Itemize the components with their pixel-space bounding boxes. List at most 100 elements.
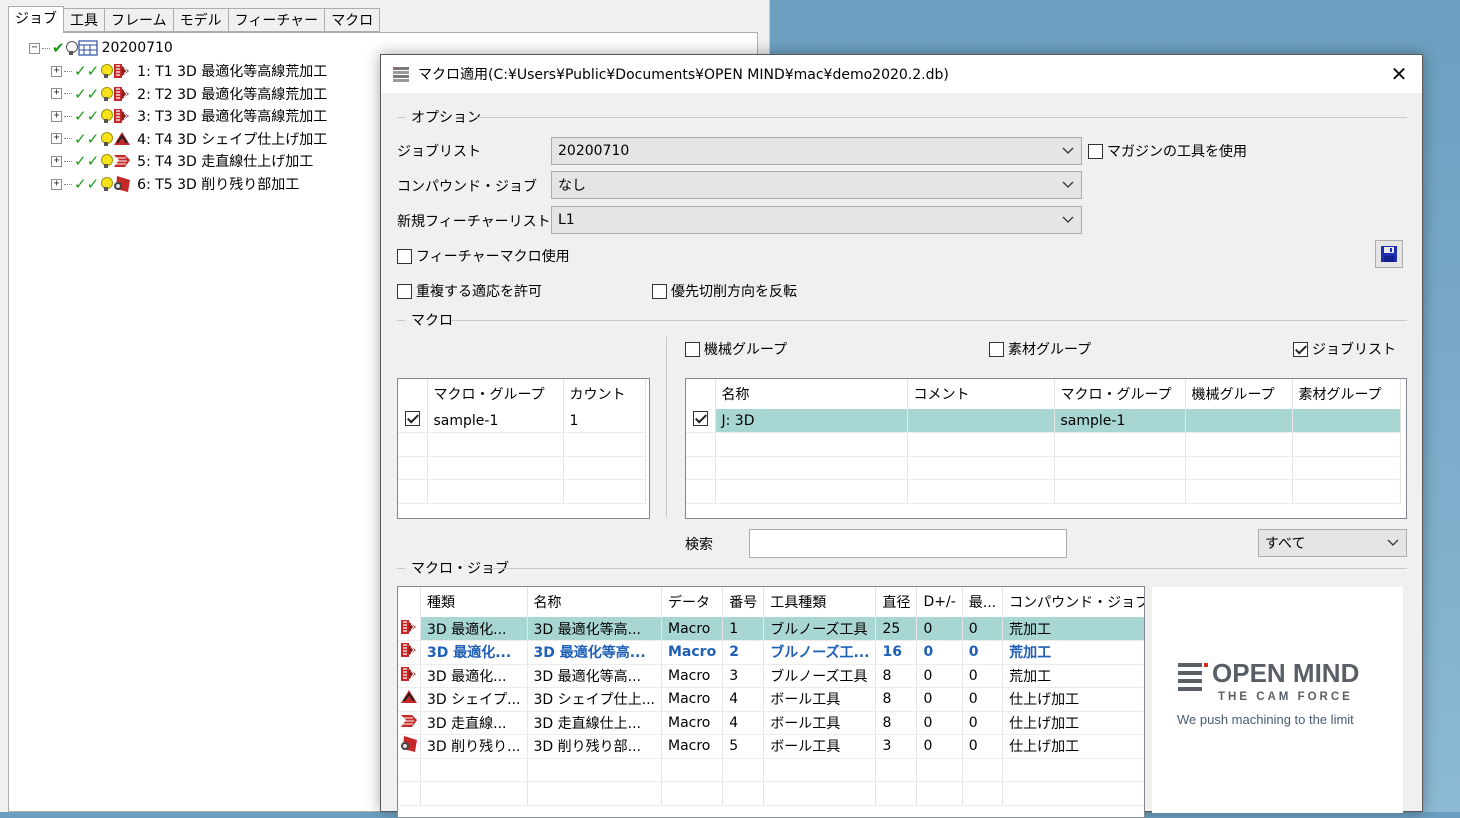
checkbox-box[interactable] <box>685 341 700 357</box>
macro-jobs-table[interactable]: 種類 名称 データ 番号 工具種類 直径 D+/- 最... コンパウンド・ジョ… <box>397 586 1145 818</box>
dplusminus-cell: 0 <box>916 711 963 735</box>
table-row[interactable]: 3D 削り残り... 3D 削り残り部... Macro 5 ボール工具 3 0 0 仕上げ加工 <box>398 734 1144 759</box>
lightbulb-icon[interactable] <box>65 41 78 55</box>
machine-group-checkbox[interactable]: 機械グループ <box>685 339 787 359</box>
tree-job-item[interactable]: + ✓ ✓ 6: T5 3D 削り残り部加工 <box>51 173 299 195</box>
lightbulb-icon[interactable] <box>101 154 114 169</box>
column-header[interactable]: 直径 <box>875 587 918 617</box>
tab-model[interactable]: モデル <box>173 8 229 32</box>
checkbox-box[interactable] <box>404 411 420 426</box>
tree-job-item[interactable]: + ✓ ✓ 4: T4 3D シェイプ仕上げ加工 <box>51 128 327 150</box>
checkbox-box[interactable] <box>692 411 708 426</box>
check-icon: ✓ <box>74 152 87 171</box>
table-row[interactable]: J: 3D sample-1 <box>686 409 1401 433</box>
type-cell: 3D シェイプ... <box>420 687 528 712</box>
column-header[interactable]: D+/- <box>916 587 963 617</box>
table-row[interactable]: sample-1 1 <box>398 409 646 433</box>
macro-groups-table[interactable]: マクロ・グループ カウント sample-1 1 <box>397 378 650 519</box>
checkbox-box[interactable] <box>989 341 1004 357</box>
number-cell: 2 <box>722 640 765 665</box>
feature-list-combo[interactable]: L1 <box>551 206 1082 234</box>
save-button[interactable] <box>1375 240 1403 268</box>
magazine-tools-checkbox[interactable]: マガジンの工具を使用 <box>1088 141 1247 161</box>
tree-job-label: 3: T3 3D 最適化等高線荒加工 <box>137 109 328 126</box>
tree-job-item[interactable]: + ✓ ✓ 1: T1 3D 最適化等高線荒加工 <box>51 60 327 82</box>
filter-select[interactable]: すべて <box>1258 529 1407 557</box>
lightbulb-icon[interactable] <box>101 131 114 146</box>
lightbulb-icon[interactable] <box>101 109 114 124</box>
allow-duplicate-checkbox[interactable]: 重複する適応を許可 <box>397 281 542 301</box>
macros-table[interactable]: 名称 コメント マクロ・グループ 機械グループ 素材グループ J: 3D sam… <box>685 378 1407 519</box>
lightbulb-icon[interactable] <box>101 64 114 78</box>
tree-job-item[interactable]: + ✓ ✓ 2: T2 3D 最適化等高線荒加工 <box>51 83 327 105</box>
reverse-direction-label: 優先切削方向を反転 <box>671 284 797 300</box>
table-row[interactable]: 3D シェイプ... 3D シェイプ仕上... Macro 4 ボール工具 8 0 0 仕上げ加… <box>398 687 1144 712</box>
machine-group-cell <box>1185 409 1293 433</box>
material-group-checkbox[interactable]: 素材グループ <box>989 339 1091 359</box>
column-header[interactable]: 名称 <box>527 587 662 617</box>
feature-list-label: 新規フィーチャーリスト <box>397 214 551 230</box>
table-row[interactable]: 3D 走直線... 3D 走直線仕上... Macro 4 ボール工具 8 0 0 仕上げ加工 <box>398 711 1144 735</box>
checkbox-box[interactable] <box>397 283 412 299</box>
tree-job-item[interactable]: + ✓ ✓ 5: T4 3D 走直線仕上げ加工 <box>51 150 313 172</box>
tree-job-label: 2: T2 3D 最適化等高線荒加工 <box>137 86 328 103</box>
tree-root[interactable]: − ✔ 20200710 <box>29 37 173 59</box>
check-icon: ✓ <box>74 84 87 103</box>
reverse-direction-checkbox[interactable]: 優先切削方向を反転 <box>652 281 797 301</box>
joblist-filter-checkbox[interactable]: ジョブリスト <box>1293 339 1396 359</box>
table-row[interactable]: 3D 最適化... 3D 最適化等高... Macro 3 ブルノーズ工具 8 0 0 荒加工 <box>398 664 1144 688</box>
column-header[interactable]: コメント <box>907 379 1055 409</box>
column-header[interactable]: 最... <box>962 587 1004 617</box>
lightbulb-icon[interactable] <box>101 177 114 191</box>
roughing-icon <box>114 64 130 78</box>
table-row[interactable]: 3D 最適化... 3D 最適化等高... Macro 2 ブルノーズ工... 16 0 0 荒… <box>398 640 1144 665</box>
close-button[interactable]: ✕ <box>1376 55 1422 93</box>
expand-icon[interactable]: + <box>51 155 62 167</box>
column-header[interactable]: マクロ・グループ <box>427 379 564 409</box>
column-header[interactable]: カウント <box>563 379 646 409</box>
type-cell: 3D 最適化... <box>420 617 528 641</box>
column-header[interactable]: 工具種類 <box>763 587 877 617</box>
column-header[interactable]: 素材グループ <box>1292 379 1401 409</box>
row-checkbox-cell[interactable] <box>686 409 716 433</box>
tab-macro[interactable]: マクロ <box>325 8 381 32</box>
tab-frame[interactable]: フレーム <box>105 8 174 32</box>
checkbox-box[interactable] <box>1293 341 1308 357</box>
expand-icon[interactable]: + <box>51 65 62 77</box>
expand-icon[interactable]: + <box>51 133 62 145</box>
joblist-combo[interactable]: 20200710 <box>551 137 1082 165</box>
lightbulb-icon[interactable] <box>101 86 114 101</box>
search-input[interactable] <box>749 529 1067 558</box>
compound-job-combo[interactable]: なし <box>551 171 1082 199</box>
joblist-filter-label: ジョブリスト <box>1312 342 1396 358</box>
check-icon: ✓ <box>86 175 100 193</box>
column-header[interactable] <box>686 379 716 409</box>
compound-job-cell: 仕上げ加工 <box>1002 687 1144 712</box>
column-header[interactable]: 機械グループ <box>1185 379 1293 409</box>
diameter-cell: 3 <box>875 734 918 759</box>
dialog-titlebar[interactable]: マクロ適用(C:¥Users¥Public¥Documents¥OPEN MIN… <box>381 55 1422 93</box>
expand-icon[interactable]: + <box>51 110 62 122</box>
column-header[interactable]: 種類 <box>420 587 528 617</box>
tab-feature[interactable]: フィーチャー <box>228 8 326 32</box>
column-header[interactable]: データ <box>661 587 724 617</box>
checkbox-box[interactable] <box>1088 143 1103 159</box>
collapse-icon[interactable]: − <box>29 42 40 54</box>
tab-job[interactable]: ジョブ <box>8 6 64 33</box>
table-row[interactable]: 3D 最適化... 3D 最適化等高... Macro 1 ブルノーズ工具 25 0 0 荒加工 <box>398 617 1144 641</box>
row-checkbox-cell[interactable] <box>398 409 428 433</box>
checkbox-box[interactable] <box>652 283 667 299</box>
logo-slogan: We push machining to the limit <box>1177 712 1354 727</box>
tree-job-item[interactable]: + ✓ ✓ 3: T3 3D 最適化等高線荒加工 <box>51 105 327 127</box>
tab-tool[interactable]: 工具 <box>64 8 105 32</box>
expand-icon[interactable]: + <box>51 88 62 100</box>
column-header[interactable]: 番号 <box>722 587 765 617</box>
column-header[interactable]: マクロ・グループ <box>1054 379 1186 409</box>
checkbox-box[interactable] <box>397 248 412 264</box>
feature-macro-checkbox[interactable]: フィーチャーマクロ使用 <box>397 246 570 266</box>
column-header[interactable]: 名称 <box>715 379 908 409</box>
column-header[interactable] <box>398 587 421 617</box>
column-header[interactable] <box>398 379 428 409</box>
expand-icon[interactable]: + <box>51 178 62 190</box>
column-header[interactable]: コンパウンド・ジョブ <box>1002 587 1144 617</box>
